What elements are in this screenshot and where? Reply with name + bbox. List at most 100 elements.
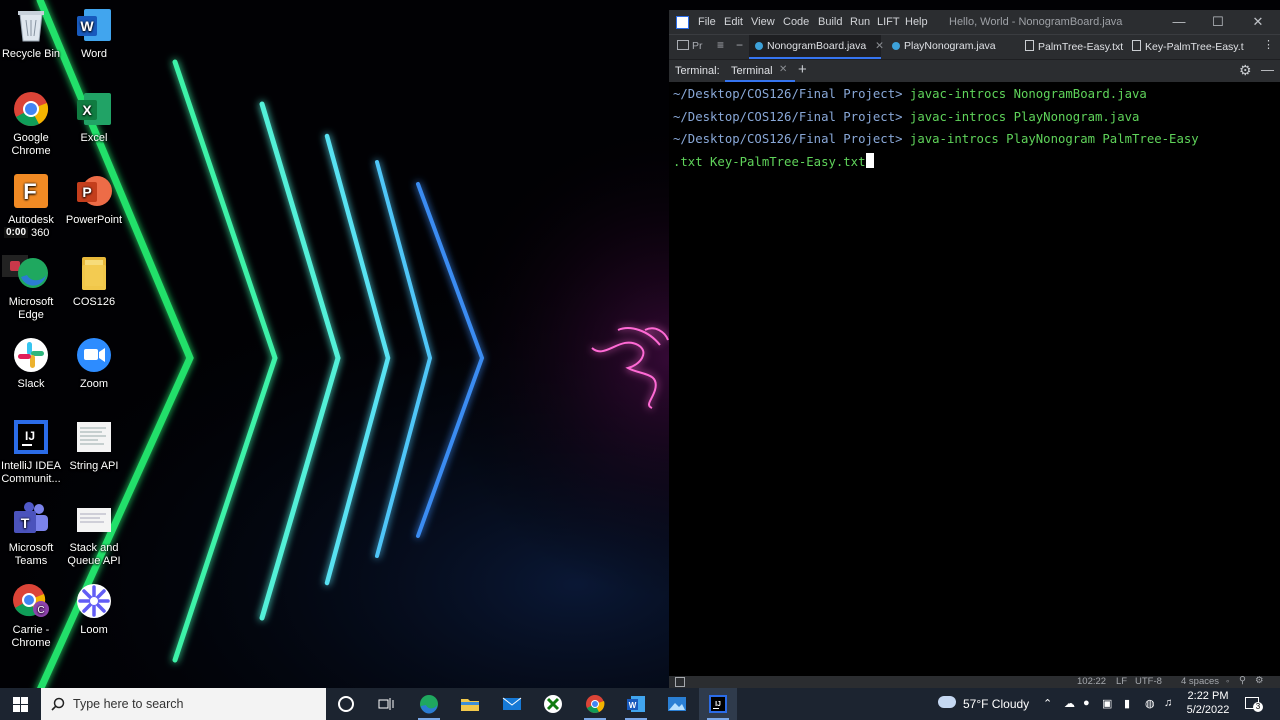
wifi-icon[interactable]: ◍ [1145, 697, 1155, 710]
desktop-icon-slack[interactable]: Slack [0, 336, 63, 391]
taskbar-xbox[interactable] [534, 688, 572, 720]
indent-setting[interactable]: 4 spaces [1181, 676, 1219, 687]
tab-nonogramboard-java[interactable]: NonogramBoard.java ✕ [749, 35, 884, 59]
desktop-icon-microsoft-teams[interactable]: T Microsoft Teams [0, 500, 63, 568]
desktop-icon-intellij-idea[interactable]: IJ IntelliJ IDEA Communit... [0, 418, 63, 486]
desktop-icon-string-api[interactable]: String API [62, 418, 126, 473]
new-terminal-button[interactable]: + [798, 61, 807, 78]
desktop-icon-powerpoint[interactable]: P PowerPoint [62, 172, 126, 227]
desktop-icon-loom[interactable]: Loom [62, 582, 126, 637]
svg-text:C: C [37, 605, 44, 616]
lock-icon[interactable]: ◦ [1226, 676, 1229, 687]
powerpoint-icon: P [75, 172, 113, 210]
intellij-icon: IJ [12, 418, 50, 456]
task-view-button[interactable] [367, 688, 405, 720]
taskbar-mail[interactable] [493, 688, 531, 720]
notification-center-button[interactable]: 3 [1242, 694, 1264, 714]
xbox-icon [544, 695, 562, 713]
menu-help[interactable]: Help [905, 16, 928, 28]
window-title: Hello, World - NonogramBoard.java [949, 16, 1123, 28]
taskbar-edge[interactable] [410, 688, 448, 720]
menu-view[interactable]: View [751, 16, 775, 28]
panel-toggle-icon[interactable] [675, 677, 685, 687]
terminal-tool-window-header: Terminal: Terminal ✕ + ⚙ — [669, 60, 1280, 82]
menu-edit[interactable]: Edit [724, 16, 743, 28]
clock-date: 5/2/2022 [1186, 704, 1230, 716]
maximize-button[interactable]: ☐ [1203, 13, 1233, 31]
cursor-position[interactable]: 102:22 [1077, 676, 1106, 687]
edge-icon [12, 254, 50, 292]
menu-file[interactable]: File [698, 16, 716, 28]
project-panel-button[interactable]: Pr [677, 40, 703, 52]
task-view-icon [378, 698, 394, 710]
slack-icon [12, 336, 50, 374]
close-terminal-tab-icon[interactable]: ✕ [779, 64, 787, 75]
document-thumbnail-icon [75, 418, 113, 456]
taskbar-search-box[interactable]: Type here to search [41, 688, 326, 720]
battery-icon[interactable]: ▮ [1124, 697, 1130, 710]
taskbar-word[interactable]: W [617, 688, 655, 720]
terminal-output[interactable]: ~/Desktop/COS126/Final Project> javac-in… [669, 82, 1280, 676]
svg-text:X: X [82, 102, 92, 118]
svg-text:P: P [82, 184, 91, 200]
weather-icon[interactable] [938, 696, 956, 708]
gear-icon[interactable]: ⚙ [1239, 62, 1252, 79]
weather-text[interactable]: 57°F Cloudy [963, 697, 1029, 711]
chevron-up-icon[interactable]: ⌃ [1043, 697, 1052, 710]
microphone-icon[interactable]: ● [1083, 697, 1090, 709]
java-class-icon [755, 42, 763, 50]
desktop-icon-excel[interactable]: X Excel [62, 90, 126, 145]
desktop-icon-zoom[interactable]: Zoom [62, 336, 126, 391]
collapse-icon[interactable]: − [736, 38, 743, 52]
close-window-button[interactable]: ✕ [1243, 13, 1273, 31]
camera-icon[interactable]: ▣ [1102, 697, 1112, 710]
settings-icon[interactable]: ⚙ [1255, 675, 1264, 686]
search-icon [51, 697, 65, 711]
line-ending[interactable]: LF [1116, 676, 1127, 687]
close-tab-icon[interactable]: ✕ [875, 40, 884, 52]
desktop-icon-cos126[interactable]: COS126 [62, 254, 126, 309]
tabs-menu-icon[interactable]: ⋮ [1263, 38, 1274, 51]
search-icon[interactable]: ⚲ [1239, 675, 1246, 686]
taskbar-file-explorer[interactable] [451, 688, 489, 720]
desktop-icon-word[interactable]: W Word [62, 6, 126, 61]
ide-status-bar: 102:22 LF UTF-8 4 spaces ◦ ⚲ ⚙ [669, 675, 1280, 688]
menu-build[interactable]: Build [818, 16, 842, 28]
desktop-icon-microsoft-edge[interactable]: Microsoft Edge [0, 254, 63, 322]
terminal-line: ~/Desktop/COS126/Final Project> javac-in… [673, 110, 1140, 124]
menu-lift[interactable]: LIFT [877, 16, 900, 28]
structure-icon[interactable]: ≡ [717, 38, 724, 52]
hide-panel-icon[interactable]: — [1261, 62, 1274, 77]
onedrive-icon[interactable]: ☁ [1064, 697, 1075, 710]
minimize-button[interactable]: — [1164, 13, 1194, 31]
file-encoding[interactable]: UTF-8 [1135, 676, 1162, 687]
intellij-icon: IJ [709, 695, 727, 713]
menu-run[interactable]: Run [850, 16, 870, 28]
cortana-button[interactable] [327, 688, 365, 720]
terminal-line: ~/Desktop/COS126/Final Project> javac-in… [673, 87, 1147, 101]
volume-icon[interactable]: ♫ [1164, 697, 1172, 709]
desktop-icon-google-chrome[interactable]: Google Chrome [0, 90, 63, 158]
notification-badge: 3 [1253, 702, 1263, 712]
desktop-icon-stack-and-queue-api[interactable]: Stack and Queue API [62, 500, 126, 568]
taskbar-photos[interactable] [658, 688, 696, 720]
java-class-icon [892, 42, 900, 50]
tab-key-palmtree-easy-txt[interactable]: Key-PalmTree-Easy.t [1132, 40, 1256, 53]
loom-icon [75, 582, 113, 620]
windows-logo-icon [12, 696, 28, 712]
taskbar-intellij[interactable]: IJ [699, 688, 737, 720]
ide-title-bar: File Edit View Code Build Run LIFT Help … [669, 10, 1280, 34]
start-button[interactable] [0, 688, 40, 720]
desktop-icon-recycle-bin[interactable]: Recycle Bin [0, 6, 63, 61]
tab-playnonogram-java[interactable]: PlayNonogram.java [892, 40, 996, 52]
svg-text:W: W [80, 18, 94, 34]
tab-terminal[interactable]: Terminal ✕ [725, 60, 795, 82]
svg-text:F: F [23, 179, 36, 204]
search-placeholder: Type here to search [73, 697, 184, 711]
taskbar-chrome[interactable] [576, 688, 614, 720]
project-icon [677, 40, 689, 50]
desktop-icon-carrie-chrome[interactable]: C Carrie - Chrome [0, 582, 63, 650]
menu-code[interactable]: Code [783, 16, 809, 28]
tab-palmtree-easy-txt[interactable]: PalmTree-Easy.txt [1025, 40, 1123, 53]
clock[interactable]: 2:22 PM 5/2/2022 [1182, 689, 1234, 717]
